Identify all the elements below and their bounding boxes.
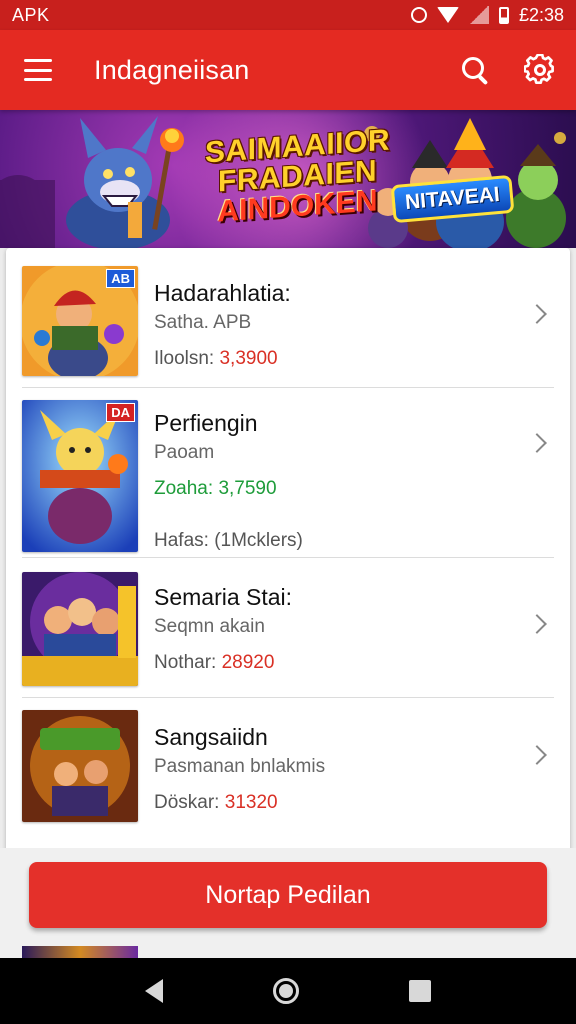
carrier-label: APK (12, 4, 50, 25)
search-icon[interactable] (460, 55, 490, 85)
app-thumbnail: AB (22, 266, 138, 376)
price-label: Döskar: (154, 792, 220, 813)
price-value: 31320 (224, 792, 278, 813)
chevron-right-icon[interactable] (527, 304, 547, 324)
clock: £2:38 (518, 4, 564, 25)
item-title: Perfiengin (154, 410, 258, 436)
item-subtitle: Pasmanan bnlakmis (154, 756, 326, 777)
item-info: Semaria Stai: Seqmn akain Nothar: 28920 (154, 584, 292, 674)
menu-icon[interactable] (24, 59, 52, 81)
signal-icon (468, 6, 489, 24)
app-bar: Indagneiisan (0, 30, 576, 110)
price-value: 28920 (221, 652, 275, 673)
item-price: Iloolsn: 3,3900 (154, 348, 291, 370)
item-price: Nothar: 28920 (154, 652, 292, 674)
item-title: Semaria Stai: (154, 584, 293, 610)
status-bar: APK £2:38 (0, 0, 576, 30)
alarm-icon (410, 7, 427, 23)
promo-banner[interactable]: SAIMAAIIOR FRADAIEN AINDOKEN NITAVEAI (0, 110, 576, 248)
item-info: Sangsaiidn Pasmanan bnlakmis Döskar: 313… (154, 724, 325, 814)
wifi-icon (436, 7, 459, 23)
item-subtitle: Paoam (154, 442, 215, 463)
app-thumbnail: DA (22, 400, 138, 552)
item-info: Hadarahlatia: Satha. APB Iloolsn: 3,3900 (154, 280, 291, 370)
chevron-right-icon[interactable] (527, 745, 547, 765)
recents-icon[interactable] (409, 980, 431, 1002)
app-thumbnail (22, 710, 138, 822)
back-icon[interactable] (145, 979, 163, 1003)
cta-container: Nortap Pedilan (0, 848, 576, 958)
app-thumbnail (22, 572, 138, 686)
list-item[interactable]: DA Perfiengin Paoam Zoaha: 3,7590 Hafas:… (6, 388, 570, 558)
item-title: Sangsaiidn (154, 724, 268, 750)
item-subtitle: Satha. APB (154, 312, 252, 333)
price-label: Iloolsn: (154, 348, 215, 369)
primary-action-button[interactable]: Nortap Pedilan (29, 862, 547, 928)
thumbnail-badge: DA (106, 403, 135, 422)
banner-headline: SAIMAAIIOR FRADAIEN AINDOKEN (205, 124, 390, 229)
system-nav-bar (0, 958, 576, 1024)
chevron-right-icon[interactable] (527, 433, 547, 453)
item-subtitle: Seqmn akain (154, 616, 265, 637)
item-price: Döskar: 31320 (154, 792, 325, 814)
price-label: Zoaha: (154, 478, 214, 499)
list-item-peek (22, 946, 138, 958)
item-extra-info: Hafas: (1Mcklers) (154, 530, 303, 551)
price-label: Nothar: (154, 652, 217, 673)
battery-icon (498, 6, 509, 24)
home-icon[interactable] (273, 978, 299, 1004)
chevron-right-icon[interactable] (527, 614, 547, 634)
price-value: 3,7590 (218, 478, 277, 499)
gear-icon[interactable] (523, 53, 556, 86)
thumbnail-badge: AB (106, 269, 135, 288)
item-title: Hadarahlatia: (154, 280, 291, 306)
price-value: 3,3900 (219, 348, 278, 369)
list-item[interactable]: Semaria Stai: Seqmn akain Nothar: 28920 (6, 558, 570, 698)
screen: APK £2:38 Indagneiisan SAIMAAIIOR FRADAI… (0, 0, 576, 1024)
list-item[interactable]: AB Hadarahlatia: Satha. APB Iloolsn: 3,3… (6, 248, 570, 388)
list-item[interactable]: Sangsaiidn Pasmanan bnlakmis Döskar: 313… (6, 698, 570, 848)
item-info: Perfiengin Paoam Zoaha: 3,7590 Hafas: (1… (154, 410, 303, 552)
item-price: Zoaha: 3,7590 (154, 478, 303, 500)
app-title: Indagneiisan (94, 54, 250, 85)
